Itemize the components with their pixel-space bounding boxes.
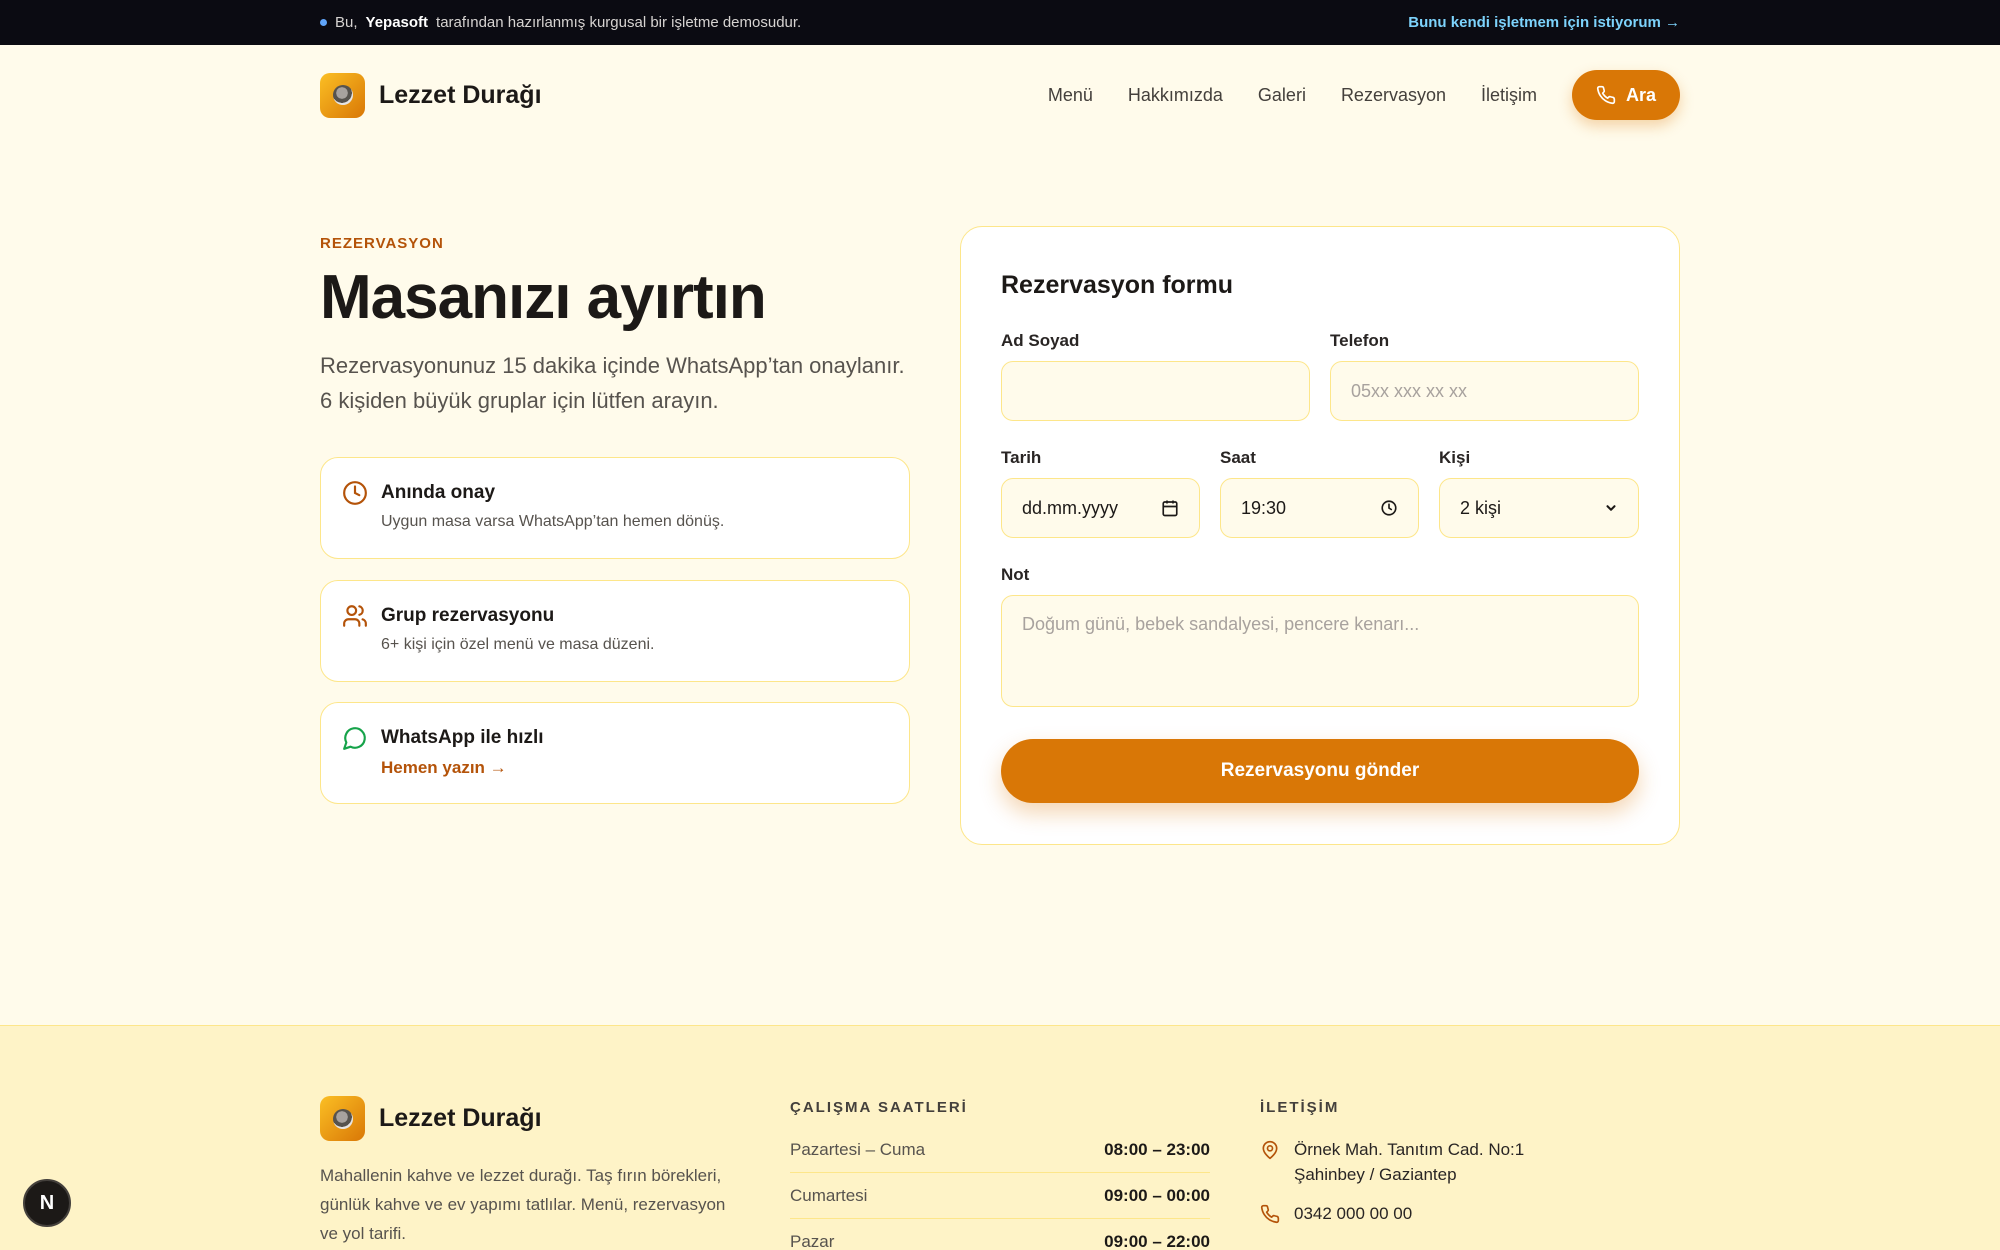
- date-label: Tarih: [1001, 448, 1042, 467]
- logo[interactable]: Lezzet Durağı: [320, 72, 542, 118]
- date-field[interactable]: dd.mm.yyyy: [1001, 478, 1200, 538]
- users-icon: [343, 605, 367, 627]
- phone-field[interactable]: 05xx xxx xx xx: [1330, 361, 1639, 421]
- feature-card-instant: Anında onay Uygun masa varsa WhatsApp’ta…: [320, 457, 910, 559]
- coffee-cup-icon: [320, 72, 365, 118]
- reservation-form: Rezervasyon formu Ad Soyad Telefon 05xx …: [960, 226, 1680, 845]
- hours-time: 08:00 – 23:00: [1104, 1139, 1210, 1159]
- phone-contact[interactable]: 0342 000 00 00: [1260, 1201, 1412, 1226]
- feature-title: Grup rezervasyonu: [381, 605, 555, 626]
- nav-item-about[interactable]: Hakkımızda: [1128, 85, 1223, 106]
- hours-day: Cumartesi: [790, 1185, 868, 1205]
- phone-number: 0342 000 00 00: [1294, 1204, 1413, 1223]
- phone-label: Telefon: [1330, 331, 1390, 350]
- time-field[interactable]: 19:30: [1220, 478, 1419, 538]
- nav-item-reservation[interactable]: Rezervasyon: [1341, 85, 1446, 106]
- map-pin-icon: [1262, 1140, 1278, 1160]
- chevron-down-icon: [1606, 505, 1616, 511]
- hours-day: Pazartesi – Cuma: [790, 1139, 926, 1159]
- time-label: Saat: [1220, 448, 1256, 467]
- coffee-cup-icon: [320, 1096, 365, 1141]
- feature-title: Anında onay: [381, 482, 496, 503]
- time-value: 19:30: [1241, 497, 1287, 518]
- site-header: Lezzet Durağı Menü Hakkımızda Galeri Rez…: [320, 70, 1680, 120]
- demo-notice: Bu, Yepasoft tarafından hazırlanmış kurg…: [320, 14, 801, 31]
- feature-title: WhatsApp ile hızlı: [381, 727, 544, 748]
- footer-description: Mahallenin kahve ve lezzet durağı. Taş f…: [320, 1166, 726, 1243]
- clock-icon: [343, 481, 367, 505]
- nav-item-menu[interactable]: Menü: [1048, 85, 1093, 106]
- form-title: Rezervasyon formu: [1001, 271, 1234, 299]
- hours-row: Pazar 09:00 – 22:00: [790, 1219, 1210, 1250]
- demo-cta-link[interactable]: Bunu kendi işletmem için istiyorum →: [1408, 14, 1680, 31]
- whatsapp-link[interactable]: Hemen yazın →: [381, 758, 507, 778]
- people-label: Kişi: [1439, 448, 1471, 467]
- hours-heading: ÇALIŞMA SAATLERİ: [790, 1099, 968, 1116]
- page-subtitle: Rezervasyonunuz 15 dakika içinde WhatsAp…: [320, 353, 905, 413]
- calendar-icon[interactable]: [1161, 499, 1179, 517]
- note-label: Not: [1001, 565, 1030, 584]
- name-field[interactable]: [1001, 361, 1310, 421]
- address: Örnek Mah. Tanıtım Cad. No:1 Şahinbey / …: [1260, 1137, 1524, 1187]
- hours-row: Pazartesi – Cuma 08:00 – 23:00: [790, 1127, 1210, 1173]
- people-select[interactable]: 2 kişi: [1439, 478, 1639, 538]
- hours-time: 09:00 – 00:00: [1104, 1185, 1210, 1205]
- phone-placeholder: 05xx xxx xx xx: [1351, 380, 1468, 401]
- feature-card-whatsapp: WhatsApp ile hızlı Hemen yazın →: [320, 702, 910, 804]
- demo-notice-brand: Yepasoft: [365, 14, 429, 31]
- footer-logo[interactable]: Lezzet Durağı: [320, 1096, 542, 1141]
- note-placeholder: Doğum günü, bebek sandalyesi, pencere ke…: [1022, 614, 1420, 634]
- contact-heading: İLETİŞİM: [1260, 1099, 1340, 1116]
- date-value: dd.mm.yyyy: [1022, 497, 1119, 518]
- site-footer: Lezzet Durağı Mahallenin kahve ve lezzet…: [0, 1025, 2000, 1250]
- feature-desc: 6+ kişi için özel menü ve masa düzeni.: [381, 636, 655, 653]
- clock-icon[interactable]: [1380, 499, 1398, 517]
- call-button[interactable]: Ara: [1572, 70, 1680, 120]
- submit-reservation-button[interactable]: Rezervasyonu gönder: [1001, 739, 1639, 803]
- demo-notice-prefix: Bu,: [335, 14, 358, 31]
- status-dot: [320, 19, 327, 26]
- section-eyebrow: REZERVASYON: [320, 235, 444, 252]
- nav-item-contact[interactable]: İletişim: [1481, 85, 1537, 106]
- nav-item-gallery[interactable]: Galeri: [1258, 85, 1306, 106]
- demo-banner: Bu, Yepasoft tarafından hazırlanmış kurg…: [0, 0, 2000, 45]
- note-textarea[interactable]: Doğum günü, bebek sandalyesi, pencere ke…: [1001, 595, 1639, 707]
- feature-desc: Uygun masa varsa WhatsApp’tan hemen dönü…: [381, 513, 725, 530]
- hours-day: Pazar: [790, 1231, 835, 1250]
- phone-icon: [1596, 85, 1616, 105]
- footer-logo-text: Lezzet Durağı: [379, 1104, 542, 1132]
- hours-time: 09:00 – 22:00: [1104, 1231, 1210, 1250]
- people-value: 2 kişi: [1460, 497, 1502, 518]
- phone-icon: [1260, 1204, 1280, 1224]
- chat-bubble-icon: [343, 727, 366, 750]
- logo-text: Lezzet Durağı: [379, 80, 542, 109]
- address-line-1: Örnek Mah. Tanıtım Cad. No:1: [1294, 1140, 1525, 1159]
- call-button-label: Ara: [1625, 84, 1656, 105]
- page-title: Masanızı ayırtın: [320, 263, 767, 332]
- hours-row: Cumartesi 09:00 – 00:00: [790, 1173, 1210, 1219]
- feature-card-group: Grup rezervasyonu 6+ kişi için özel menü…: [320, 580, 910, 682]
- address-line-2: Şahinbey / Gaziantep: [1294, 1165, 1457, 1184]
- dev-tools-button[interactable]: N: [23, 1179, 71, 1227]
- main-nav: Menü Hakkımızda Galeri Rezervasyon İleti…: [1048, 70, 1680, 120]
- demo-notice-suffix: tarafından hazırlanmış kurgusal bir işle…: [436, 14, 802, 31]
- name-label: Ad Soyad: [1001, 331, 1080, 350]
